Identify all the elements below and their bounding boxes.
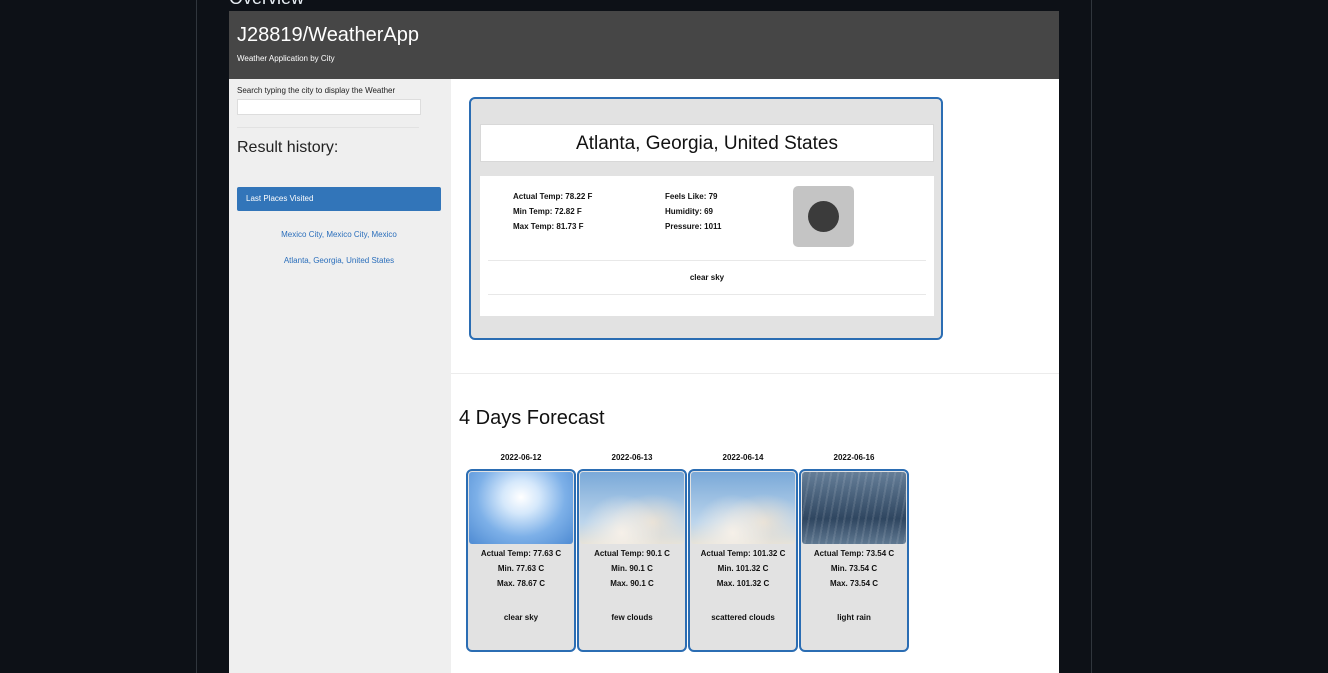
forecast-date: 2022-06-14 bbox=[722, 453, 764, 462]
forecast-description: few clouds bbox=[611, 613, 653, 622]
forecast-description: light rain bbox=[837, 613, 871, 622]
forecast-date: 2022-06-12 bbox=[500, 453, 542, 462]
app-title: J28819/WeatherApp bbox=[237, 24, 419, 46]
sidebar-divider bbox=[237, 127, 419, 128]
details-divider bbox=[488, 260, 926, 261]
forecast-min-temp: Min. 77.63 C bbox=[497, 564, 545, 573]
max-temp: Max Temp: 81.73 F bbox=[513, 222, 584, 231]
weather-app-preview: J28819/WeatherApp Weather Application by… bbox=[229, 11, 1059, 673]
forecast-max-temp: Max. 78.67 C bbox=[496, 579, 546, 588]
forecast-actual-temp: Actual Temp: 77.63 C bbox=[480, 549, 562, 558]
forecast-description: clear sky bbox=[503, 613, 539, 622]
app-header: J28819/WeatherApp Weather Application by… bbox=[229, 11, 1059, 79]
details-divider bbox=[488, 294, 926, 295]
forecast-title: 4 Days Forecast bbox=[459, 407, 605, 429]
pressure: Pressure: 1011 bbox=[665, 222, 722, 231]
current-weather-card: Atlanta, Georgia, United States Actual T… bbox=[469, 97, 943, 340]
forecast-card: Actual Temp: 101.32 C Min. 101.32 C Max.… bbox=[688, 469, 798, 652]
search-label: Search typing the city to display the We… bbox=[237, 86, 396, 95]
forecast-card: Actual Temp: 90.1 C Min. 90.1 C Max. 90.… bbox=[577, 469, 687, 652]
forecast-date: 2022-06-16 bbox=[833, 453, 875, 462]
forecast-card: Actual Temp: 73.54 C Min. 73.54 C Max. 7… bbox=[799, 469, 909, 652]
forecast-actual-temp: Actual Temp: 90.1 C bbox=[594, 549, 670, 558]
page-border-right bbox=[1091, 0, 1092, 673]
forecast-description: scattered clouds bbox=[711, 613, 775, 622]
scattered-clouds-image bbox=[691, 472, 795, 544]
last-places-header: Last Places Visited bbox=[237, 187, 441, 211]
page-border-left bbox=[196, 0, 197, 673]
forecast-max-temp: Max. 73.54 C bbox=[829, 579, 879, 588]
forecast-max-temp: Max. 101.32 C bbox=[716, 579, 770, 588]
section-heading: Overview bbox=[229, 0, 304, 8]
forecast-day: 2022-06-12 Actual Temp: 77.63 C Min. 77.… bbox=[466, 453, 576, 652]
humidity: Humidity: 69 bbox=[665, 207, 714, 216]
forecast-day: 2022-06-13 Actual Temp: 90.1 C Min. 90.1… bbox=[577, 453, 687, 652]
city-search-input[interactable] bbox=[237, 99, 421, 115]
clear-sky-image bbox=[469, 472, 573, 544]
city-name: Atlanta, Georgia, United States bbox=[576, 133, 838, 154]
forecast-day: 2022-06-16 Actual Temp: 73.54 C Min. 73.… bbox=[799, 453, 909, 652]
min-temp: Min Temp: 72.82 F bbox=[513, 207, 582, 216]
main-content: Atlanta, Georgia, United States Actual T… bbox=[451, 79, 1059, 673]
feels-like: Feels Like: 79 bbox=[665, 192, 718, 201]
forecast-min-temp: Min. 90.1 C bbox=[611, 564, 653, 573]
app-subtitle: Weather Application by City bbox=[237, 54, 335, 63]
forecast-max-temp: Max. 90.1 C bbox=[610, 579, 654, 588]
history-item-mexico-city[interactable]: Mexico City, Mexico City, Mexico bbox=[237, 230, 441, 239]
history-item-atlanta[interactable]: Atlanta, Georgia, United States bbox=[237, 256, 441, 265]
forecast-day: 2022-06-14 Actual Temp: 101.32 C Min. 10… bbox=[688, 453, 798, 652]
weather-description: clear sky bbox=[689, 273, 725, 282]
forecast-date: 2022-06-13 bbox=[611, 453, 653, 462]
forecast-card: Actual Temp: 77.63 C Min. 77.63 C Max. 7… bbox=[466, 469, 576, 652]
forecast-min-temp: Min. 101.32 C bbox=[717, 564, 769, 573]
section-divider bbox=[451, 373, 1059, 374]
actual-temp: Actual Temp: 78.22 F bbox=[513, 192, 593, 201]
weather-details: Actual Temp: 78.22 F Min Temp: 72.82 F M… bbox=[480, 176, 934, 316]
forecast-actual-temp: Actual Temp: 101.32 C bbox=[700, 549, 786, 558]
moon-icon bbox=[793, 186, 854, 247]
light-rain-image bbox=[802, 472, 906, 544]
forecast-actual-temp: Actual Temp: 73.54 C bbox=[813, 549, 895, 558]
city-header: Atlanta, Georgia, United States bbox=[480, 124, 934, 162]
forecast-min-temp: Min. 73.54 C bbox=[830, 564, 878, 573]
history-title: Result history: bbox=[237, 139, 339, 156]
few-clouds-image bbox=[580, 472, 684, 544]
sidebar: Search typing the city to display the We… bbox=[229, 79, 451, 673]
